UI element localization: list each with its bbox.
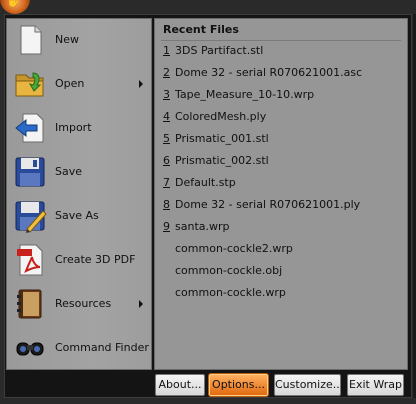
- recent-file-item[interactable]: common-cockle.obj: [159, 261, 403, 281]
- recent-file-number: 2: [163, 66, 170, 79]
- recent-file-number: 1: [163, 44, 170, 57]
- recent-file-number: 7: [163, 176, 170, 189]
- open-label: Open: [55, 77, 85, 90]
- submenu-arrow-icon: [139, 80, 143, 88]
- recent-file-item[interactable]: 9 santa.wrp: [159, 217, 403, 237]
- book-icon: [17, 289, 42, 319]
- recent-file-item[interactable]: 3 Tape_Measure_10-10.wrp: [159, 85, 403, 105]
- recent-file-number: 3: [163, 88, 170, 101]
- recent-file-number: 5: [163, 132, 170, 145]
- command-finder-label: Command Finder: [55, 341, 149, 354]
- options-button[interactable]: Options...: [209, 374, 268, 396]
- command-finder-command[interactable]: Command Finder: [7, 327, 151, 369]
- recent-file-item[interactable]: 1 3DS Partifact.stl: [159, 41, 403, 61]
- recent-file-number: 9: [163, 220, 170, 233]
- import-arrow-icon: [15, 113, 44, 143]
- command-list: New Open Import Save Save As Create 3D P…: [6, 18, 152, 370]
- resources-label: Resources: [55, 297, 112, 310]
- save-as-label: Save As: [55, 209, 99, 222]
- customize-button[interactable]: Customize...: [274, 374, 343, 396]
- save-as-command[interactable]: Save As: [7, 195, 151, 237]
- app-title-bar: [0, 0, 416, 14]
- recent-file-name: santa.wrp: [175, 220, 230, 233]
- window-border: [0, 398, 416, 404]
- recent-file-number: 4: [163, 110, 170, 123]
- about-button[interactable]: About...: [155, 374, 205, 396]
- recent-file-name: Prismatic_001.stl: [175, 132, 269, 145]
- new-label: New: [55, 33, 79, 46]
- submenu-arrow-icon: [139, 300, 143, 308]
- save-command[interactable]: Save: [7, 151, 151, 193]
- recent-file-item[interactable]: 5 Prismatic_001.stl: [159, 129, 403, 149]
- recent-file-item[interactable]: 8 Dome 32 - serial R070621001.ply: [159, 195, 403, 215]
- pdf-document-icon: [17, 244, 43, 276]
- app-logo-icon: ✋: [6, 0, 21, 8]
- recent-file-item[interactable]: common-cockle.wrp: [159, 283, 403, 303]
- recent-file-item[interactable]: 6 Prismatic_002.stl: [159, 151, 403, 171]
- recent-file-name: Dome 32 - serial R070621001.ply: [175, 198, 361, 211]
- recent-file-item[interactable]: 7 Default.stp: [159, 173, 403, 193]
- recent-file-number: 8: [163, 198, 170, 211]
- import-label: Import: [55, 121, 92, 134]
- recent-file-name: common-cockle.wrp: [175, 286, 286, 299]
- new-command[interactable]: New: [7, 19, 151, 61]
- recent-file-name: Tape_Measure_10-10.wrp: [175, 88, 315, 101]
- resources-command[interactable]: Resources: [7, 283, 151, 325]
- recent-file-name: ColoredMesh.ply: [175, 110, 267, 123]
- recent-files-panel: Recent Files 1 3DS Partifact.stl 2 Dome …: [154, 18, 408, 370]
- recent-file-name: 3DS Partifact.stl: [175, 44, 264, 57]
- floppy-disk-icon: [15, 157, 45, 187]
- recent-file-item[interactable]: 4 ColoredMesh.ply: [159, 107, 403, 127]
- recent-files-title: Recent Files: [163, 23, 239, 36]
- recent-file-item[interactable]: common-cockle2.wrp: [159, 239, 403, 259]
- create-3d-pdf-command[interactable]: Create 3D PDF: [7, 239, 151, 281]
- open-folder-icon: [15, 72, 44, 97]
- recent-file-name: Prismatic_002.stl: [175, 154, 269, 167]
- save-as-icon: [15, 201, 47, 233]
- recent-file-item[interactable]: 2 Dome 32 - serial R070621001.asc: [159, 63, 403, 83]
- recent-file-name: common-cockle.obj: [175, 264, 283, 277]
- open-command[interactable]: Open: [7, 63, 151, 105]
- new-document-icon: [20, 25, 42, 55]
- exit-wrap-button[interactable]: Exit Wrap: [347, 374, 404, 396]
- recent-file-number: 6: [163, 154, 170, 167]
- recent-file-name: Dome 32 - serial R070621001.asc: [175, 66, 363, 79]
- save-label: Save: [55, 165, 83, 178]
- recent-file-name: Default.stp: [175, 176, 236, 189]
- binoculars-icon: [16, 342, 44, 356]
- create-3d-pdf-label: Create 3D PDF: [55, 253, 136, 266]
- recent-file-name: common-cockle2.wrp: [175, 242, 293, 255]
- import-command[interactable]: Import: [7, 107, 151, 149]
